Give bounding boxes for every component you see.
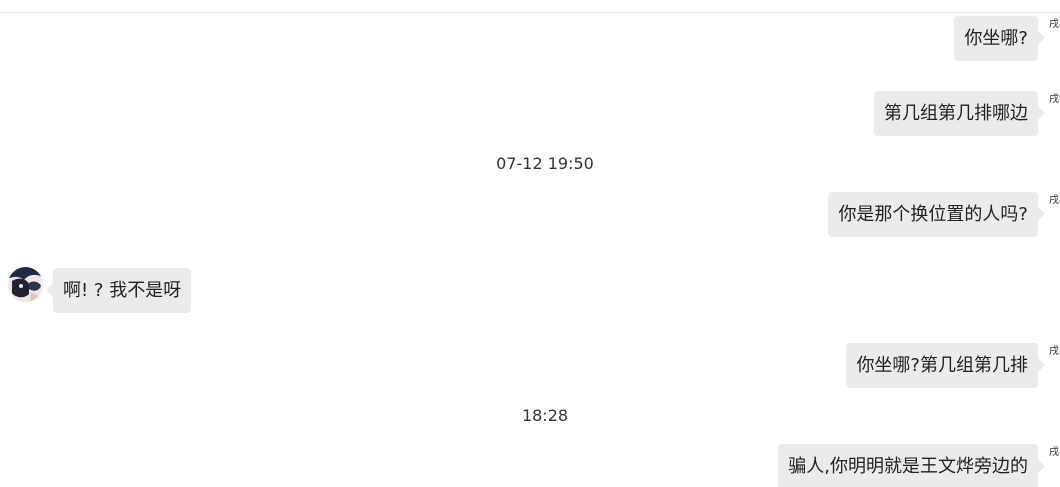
sender-name: 戌考	[1049, 19, 1060, 30]
message-text: 啊! ? 我不是呀	[63, 280, 182, 301]
chat-window: 你坐哪? 戌考 第几组第几排哪边 戌考 07-12 19:50 你是那个换位置的…	[0, 0, 1060, 487]
message-text: 骗人,你明明就是王文烨旁边的	[788, 456, 1028, 477]
message-text: 你是那个换位置的人吗?	[838, 204, 1028, 225]
sender-name: 戌考	[1049, 195, 1060, 206]
message-bubble-sent[interactable]: 你坐哪?第几组第几排	[846, 343, 1045, 388]
avatar-icon	[8, 267, 43, 302]
timestamp: 07-12 19:50	[496, 154, 594, 173]
message-text: 你坐哪?	[964, 28, 1028, 49]
message-bubble-sent[interactable]: 第几组第几排哪边	[874, 91, 1045, 136]
message-text: 第几组第几排哪边	[884, 103, 1028, 124]
divider	[0, 12, 1060, 13]
message-text: 你坐哪?第几组第几排	[856, 355, 1028, 376]
message-bubble-sent[interactable]: 你坐哪?	[954, 16, 1045, 61]
message-bubble-sent[interactable]: 你是那个换位置的人吗?	[828, 192, 1045, 237]
sender-name: 戌考	[1049, 447, 1060, 458]
sender-name: 戌考	[1049, 94, 1060, 105]
message-bubble-received[interactable]: 啊! ? 我不是呀	[45, 268, 192, 313]
timestamp: 18:28	[521, 406, 569, 425]
avatar[interactable]	[8, 267, 43, 302]
sender-name: 戌考	[1049, 346, 1060, 357]
message-bubble-sent[interactable]: 骗人,你明明就是王文烨旁边的	[778, 444, 1045, 487]
